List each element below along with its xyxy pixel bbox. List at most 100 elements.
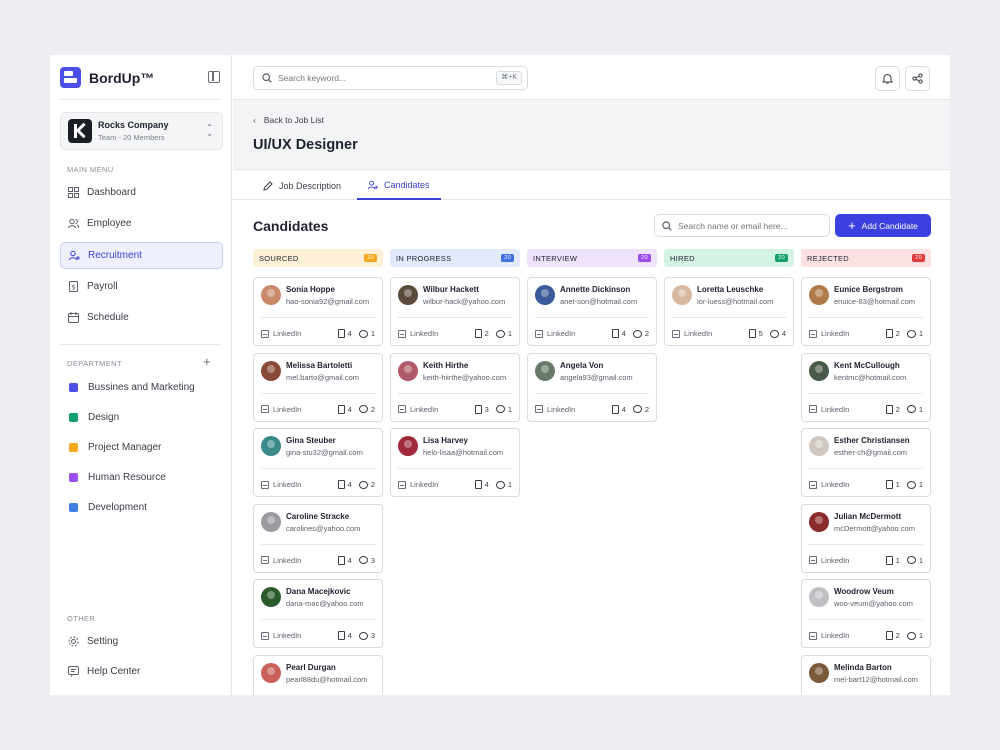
document-count: 4 <box>484 480 489 489</box>
linkedin-link[interactable]: LinkedIn <box>809 329 849 338</box>
add-department-icon[interactable]: + <box>203 355 211 368</box>
linkedin-link[interactable]: LinkedIn <box>809 405 849 414</box>
candidate-name: Annette Dickinson <box>560 285 631 294</box>
back-to-job-list-link[interactable]: ‹ Back to Job List <box>253 115 324 125</box>
column-count-badge: 20 <box>912 254 925 262</box>
candidate-card[interactable]: Kent McCullough kentmc@hotmail.com LinkedI… <box>801 352 931 422</box>
department-item[interactable]: Project Manager <box>60 434 223 461</box>
candidate-name: Kent McCullough <box>834 360 900 370</box>
department-item[interactable]: Human Resource <box>60 464 223 491</box>
tab-job-description[interactable]: Job Description <box>252 171 352 200</box>
share-button[interactable] <box>905 66 930 91</box>
sidebar-item-label: Recruitment <box>88 250 142 261</box>
comment-count: 1 <box>918 631 923 640</box>
column-title: SOURCED <box>259 253 299 263</box>
avatar <box>261 360 281 381</box>
company-switcher[interactable]: Rocks Company Team - 20 Members ⌃ ⌄ <box>60 112 223 150</box>
sidebar-item-schedule[interactable]: Schedule <box>60 304 223 331</box>
linkedin-label: LinkedIn <box>821 404 850 414</box>
card-divider <box>261 619 375 620</box>
sidebar-item-help-center[interactable]: Help Center <box>60 658 223 685</box>
sidebar-item-employee[interactable]: Employee <box>60 210 223 237</box>
linkedin-icon <box>261 329 269 338</box>
search-input[interactable] <box>278 73 478 83</box>
comment-count: 4 <box>781 329 786 338</box>
linkedin-link[interactable]: LinkedIn <box>261 631 301 640</box>
candidate-card[interactable]: Angela Von angela93@gmail.com LinkedIn 4 2 <box>527 352 657 422</box>
sidebar-collapse-icon[interactable] <box>208 71 220 83</box>
linkedin-link[interactable]: LinkedIn <box>809 631 849 640</box>
candidate-card[interactable]: Dana Macejkovic dana-mac@yahoo.com LinkedI… <box>253 579 383 648</box>
linkedin-link[interactable]: LinkedIn <box>398 480 438 489</box>
candidate-search[interactable] <box>654 214 830 237</box>
tab-candidates[interactable]: Candidates <box>357 171 441 200</box>
sidebar-item-dashboard[interactable]: Dashboard <box>60 179 223 206</box>
candidate-card[interactable]: Julian McDermott mcDermott@yahoo.com Linke… <box>801 503 931 573</box>
main-menu-label: MAIN MENU <box>67 165 114 174</box>
card-meta: 31 <box>474 404 512 414</box>
candidate-name: Pearl Durgan <box>286 662 336 672</box>
global-search[interactable]: ⌘+K <box>253 66 528 90</box>
document-icon <box>885 329 893 338</box>
linkedin-link[interactable]: LinkedIn <box>398 329 438 338</box>
candidate-card[interactable]: Melissa Bartoletti mel.barto@gmail.com Lin… <box>253 352 383 422</box>
candidate-card[interactable]: Pearl Durgan pearl88du@hotmail.com <box>253 654 383 695</box>
linkedin-link[interactable]: LinkedIn <box>535 405 575 414</box>
linkedin-link[interactable]: LinkedIn <box>809 480 849 489</box>
linkedin-link[interactable]: LinkedIn <box>261 480 301 489</box>
candidate-card[interactable]: Keith Hirthe keith-hiirthe@yahoo.com Linke… <box>390 352 520 422</box>
document-count: 2 <box>484 329 489 338</box>
linkedin-link[interactable]: LinkedIn <box>535 329 575 338</box>
linkedin-link[interactable]: LinkedIn <box>261 405 301 414</box>
linkedin-link[interactable]: LinkedIn <box>398 405 438 414</box>
candidate-card[interactable]: Caroline Stracke carolines@yahoo.com Linke… <box>253 503 383 573</box>
comment-icon <box>495 329 505 338</box>
sidebar-item-label: Payroll <box>87 281 118 292</box>
sidebar-item-label: Dashboard <box>87 187 136 198</box>
candidate-card[interactable]: Gina Steuber gina-stu32@gmail.com LinkedIn… <box>253 428 383 497</box>
sidebar-item-recruitment[interactable]: Recruitment <box>60 242 223 269</box>
plus-icon: + <box>848 217 856 233</box>
column-header[interactable]: INTERVIEW 20 <box>527 249 657 267</box>
document-icon <box>885 480 893 489</box>
document-icon <box>885 555 893 565</box>
card-meta: 21 <box>474 329 512 338</box>
sidebar-item-setting[interactable]: Setting <box>60 628 223 655</box>
linkedin-link[interactable]: LinkedIn <box>261 556 301 565</box>
department-item[interactable]: Development <box>60 494 223 521</box>
company-name: Rocks Company <box>98 120 169 130</box>
column-header[interactable]: HIRED 20 <box>664 249 794 267</box>
document-count: 3 <box>484 404 489 414</box>
notification-button[interactable] <box>875 66 900 91</box>
column-header[interactable]: REJECTED 20 <box>801 249 931 267</box>
app-logo[interactable]: BordUp™ <box>60 67 154 88</box>
add-candidate-button[interactable]: + Add Candidate <box>835 214 931 237</box>
document-icon <box>474 329 482 338</box>
card-meta: 21 <box>885 329 923 338</box>
candidate-card[interactable]: Esther Christiansen esther-ch@gmail.com Li… <box>801 428 931 497</box>
card-divider <box>809 543 923 545</box>
sidebar-item-payroll[interactable]: $ Payroll <box>60 273 223 300</box>
linkedin-icon <box>398 405 406 413</box>
column-header[interactable]: IN PROGRESS 20 <box>390 249 520 267</box>
linkedin-link[interactable]: LinkedIn <box>261 329 301 338</box>
linkedin-link[interactable]: LinkedIn <box>672 329 712 338</box>
candidate-card[interactable]: Eunice Bergstrom enuice-83@hotmail.com Lin… <box>801 277 931 346</box>
department-item[interactable]: Design <box>60 404 223 431</box>
bell-icon <box>882 74 893 84</box>
candidate-card[interactable]: Lisa Harvey helo-lisaa@hotmail.com LinkedI… <box>390 428 520 497</box>
candidate-search-input[interactable] <box>678 220 818 231</box>
linkedin-link[interactable]: LinkedIn <box>809 556 849 565</box>
document-count: 2 <box>895 329 900 338</box>
candidate-card[interactable]: Melinda Barton mel-bart12@hotmail.com <box>801 654 931 695</box>
column-header[interactable]: SOURCED 20 <box>253 249 383 267</box>
tab-label: Job Description <box>279 180 342 191</box>
candidate-card[interactable]: Sonia Hoppe hao-sonia92@gmail.com LinkedIn… <box>253 277 383 346</box>
department-item[interactable]: Bussines and Marketing <box>60 374 223 401</box>
candidate-card[interactable]: Loretta Leuschke lor-luess@hotmail.com Lin… <box>664 277 794 346</box>
candidate-card[interactable]: Wilbur Hackett wilbur-hack@yahoo.com Linke… <box>390 277 520 346</box>
candidate-card[interactable]: Annette Dickinson anet-son@hotmail.com Lin… <box>527 277 657 346</box>
candidate-card[interactable]: Woodrow Veum woo-veum@yahoo.com LinkedIn 2 1 <box>801 579 931 648</box>
dollar-doc-icon: $ <box>68 281 79 292</box>
comment-count: 1 <box>918 555 923 565</box>
